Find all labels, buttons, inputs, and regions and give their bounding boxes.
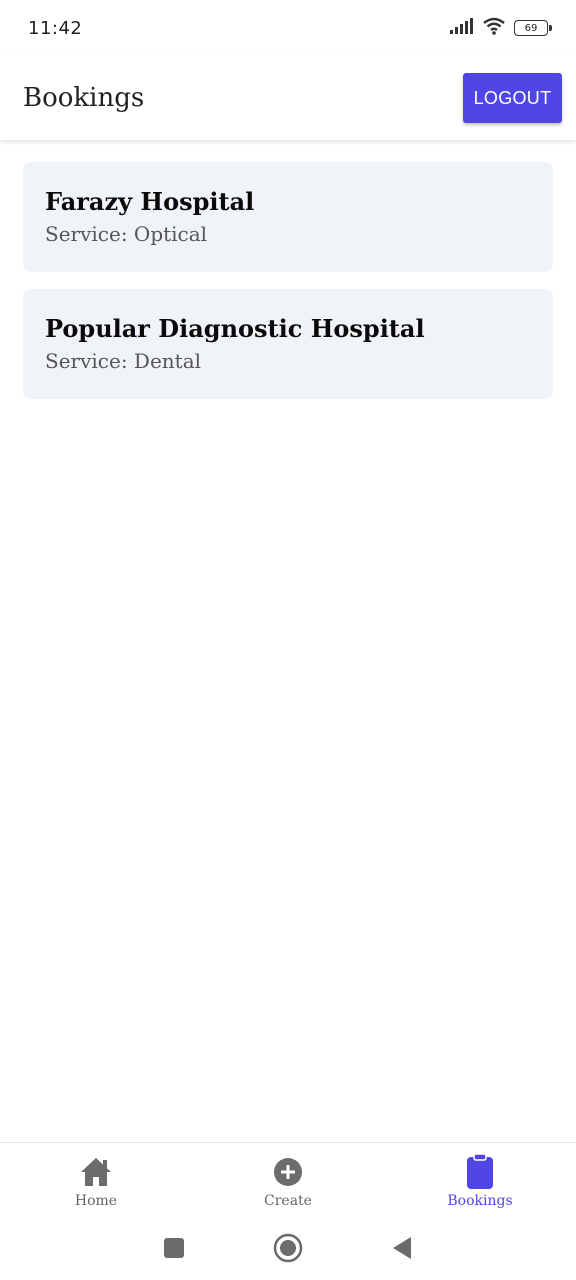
home-circle-icon[interactable] xyxy=(273,1233,303,1267)
recents-icon[interactable] xyxy=(163,1237,185,1263)
back-icon[interactable] xyxy=(391,1236,413,1264)
status-time: 11:42 xyxy=(28,17,83,39)
bottom-nav: Home Create Bookings xyxy=(0,1142,576,1220)
wifi-icon xyxy=(482,17,506,39)
status-icons: 69 xyxy=(450,17,552,39)
hospital-name: Popular Diagnostic Hospital xyxy=(45,314,425,343)
system-nav xyxy=(0,1220,576,1280)
nav-label-bookings: Bookings xyxy=(447,1193,513,1209)
logout-button[interactable]: LOGOUT xyxy=(463,73,562,123)
nav-item-bookings[interactable]: Bookings xyxy=(384,1143,576,1209)
hospital-name: Farazy Hospital xyxy=(45,187,255,216)
home-icon xyxy=(79,1155,113,1189)
clipboard-icon xyxy=(466,1154,494,1189)
page-title: Bookings xyxy=(23,83,145,113)
plus-circle-icon xyxy=(272,1155,304,1189)
signal-icon xyxy=(450,18,474,38)
status-bar: 11:42 69 xyxy=(0,0,576,56)
booking-card[interactable]: Farazy Hospital Service: Optical xyxy=(23,162,553,272)
service-text: Service: Optical xyxy=(45,222,208,246)
nav-label-home: Home xyxy=(74,1193,118,1209)
app-bar: Bookings LOGOUT xyxy=(0,56,576,140)
booking-card[interactable]: Popular Diagnostic Hospital Service: Den… xyxy=(23,289,553,399)
booking-list: Farazy Hospital Service: Optical Popular… xyxy=(23,162,553,416)
nav-item-create[interactable]: Create xyxy=(192,1143,384,1209)
nav-label-create: Create xyxy=(264,1193,312,1209)
service-text: Service: Dental xyxy=(45,349,202,373)
nav-item-home[interactable]: Home xyxy=(0,1143,192,1209)
battery-icon: 69 xyxy=(514,20,552,36)
